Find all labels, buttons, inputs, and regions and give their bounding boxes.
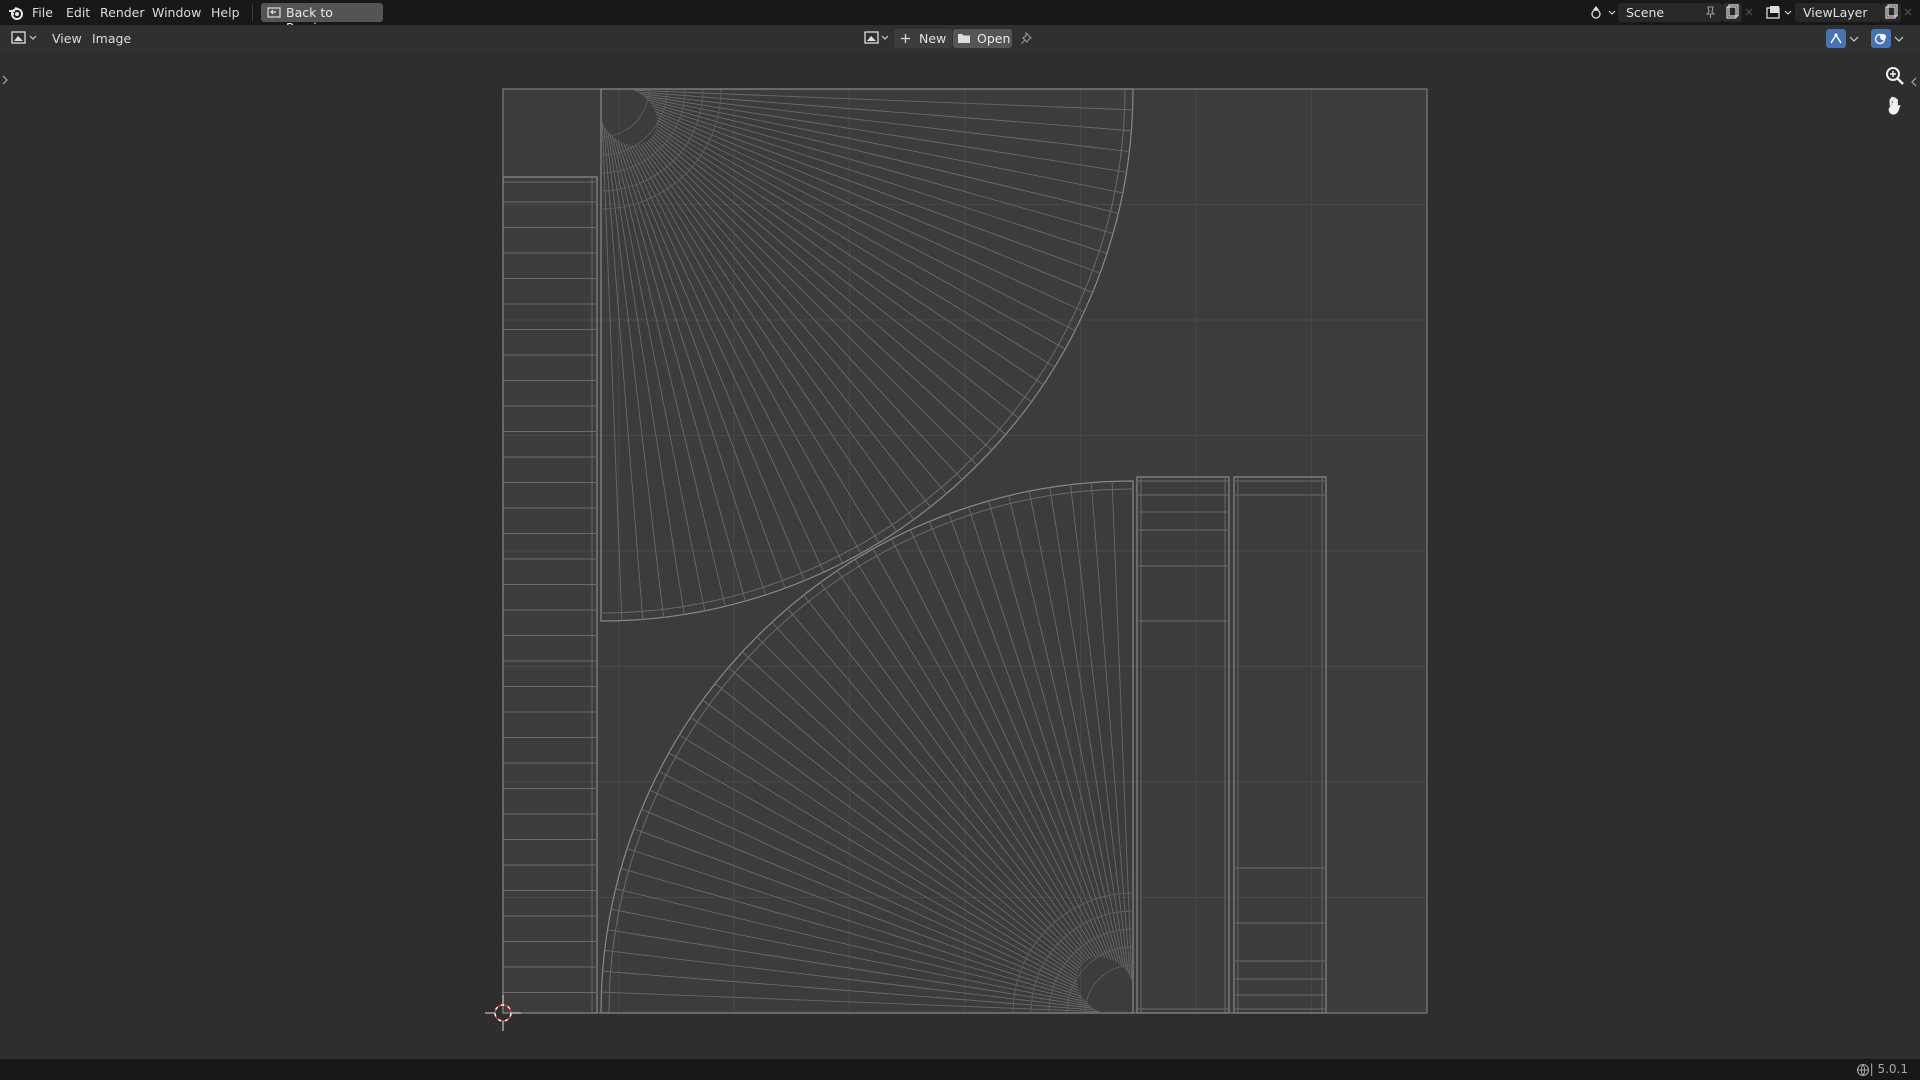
chevron-down-icon[interactable] [1894, 36, 1904, 42]
open-image-button[interactable]: Open [953, 29, 1012, 48]
new-scene-icon[interactable] [1722, 3, 1742, 22]
divider [252, 4, 253, 21]
view-layer-icon[interactable] [1765, 5, 1795, 20]
view-layer-name: ViewLayer [1803, 5, 1868, 20]
folder-icon [958, 34, 970, 43]
back-icon [267, 7, 281, 18]
menu-image[interactable]: Image [92, 30, 131, 47]
chevron-down-icon[interactable] [1849, 36, 1859, 42]
status-bar: | 5.0.1 [0, 1059, 1920, 1080]
toolbar-expand-icon[interactable] [1, 75, 9, 85]
scene-icon[interactable] [1590, 5, 1616, 20]
menu-help[interactable]: Help [211, 4, 240, 21]
menu-edit[interactable]: Edit [66, 4, 90, 21]
overlay-toggle[interactable] [1871, 29, 1891, 48]
uv-canvas[interactable] [0, 51, 1920, 1059]
menu-view[interactable]: View [52, 30, 82, 47]
image-editor-header: View Image New Open [0, 25, 1920, 51]
close-icon[interactable] [1743, 6, 1755, 18]
menu-window[interactable]: Window [152, 4, 201, 21]
back-to-previous-button[interactable]: Back to Previous [261, 3, 383, 35]
new-image-button[interactable]: New [894, 29, 952, 48]
image-viewport[interactable] [0, 51, 1920, 1059]
hand-icon[interactable] [1884, 95, 1906, 117]
image-browse-icon[interactable] [864, 30, 892, 46]
new-label: New [919, 31, 947, 46]
version-text: | 5.0.1 [1869, 1062, 1908, 1076]
close-icon[interactable] [1902, 6, 1914, 18]
overlay-icon [1874, 33, 1886, 45]
menu-file[interactable]: File [32, 4, 53, 21]
globe-icon[interactable] [1856, 1063, 1870, 1077]
zoom-icon[interactable] [1884, 65, 1906, 87]
blender-logo-icon[interactable] [8, 5, 24, 21]
top-bar: File Edit Render Window Help Back to Pre… [0, 0, 1920, 35]
new-view-layer-icon[interactable] [1881, 3, 1901, 22]
view-layer-field[interactable]: ViewLayer [1795, 3, 1881, 22]
open-label: Open [977, 31, 1011, 46]
scene-field[interactable]: Scene [1618, 3, 1722, 22]
scene-name: Scene [1626, 5, 1665, 20]
gizmo-icon [1830, 33, 1842, 44]
sidebar-expand-icon[interactable] [1910, 77, 1918, 87]
plus-icon [901, 34, 910, 43]
gizmo-toggle[interactable] [1826, 29, 1846, 48]
pin-icon[interactable] [1704, 6, 1716, 19]
menu-render[interactable]: Render [100, 4, 145, 21]
image-editor-icon[interactable] [11, 30, 39, 46]
pin-icon[interactable] [1020, 31, 1034, 45]
